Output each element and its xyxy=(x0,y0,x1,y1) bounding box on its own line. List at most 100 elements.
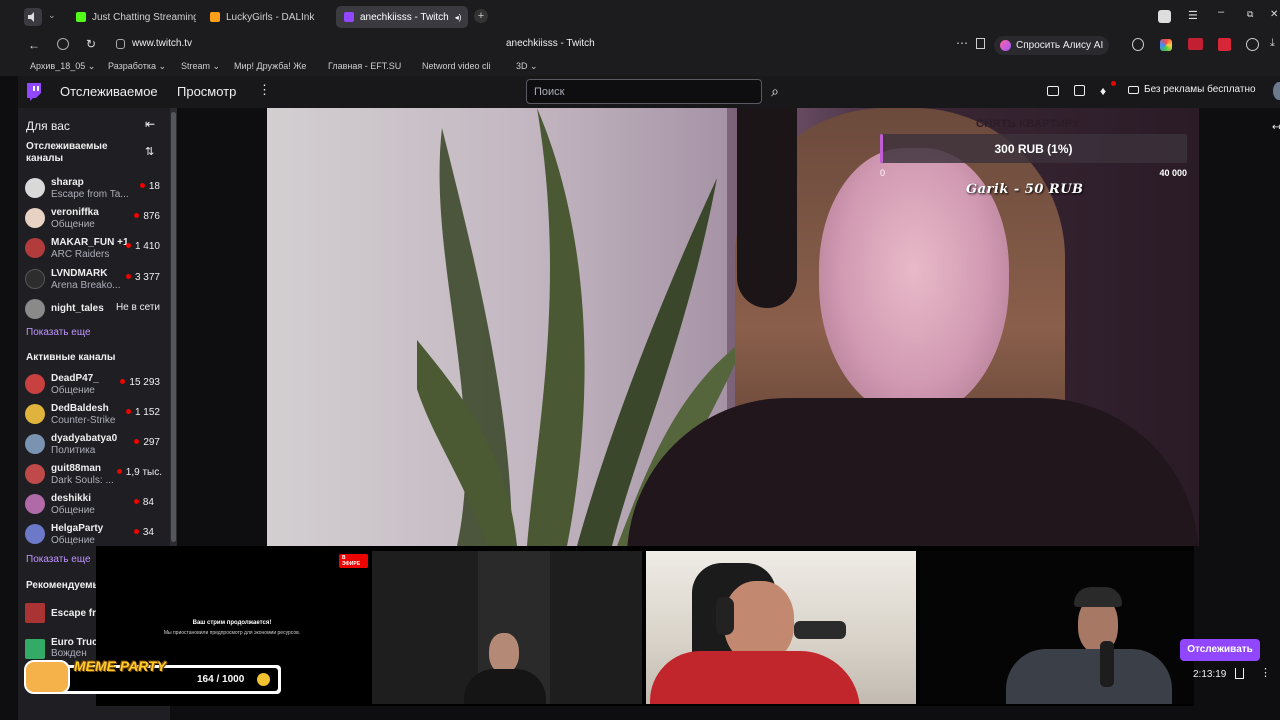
tab-twitch[interactable]: anechkiisss - Twitch ◂) ✕ xyxy=(336,6,468,28)
tabs-dropdown-icon[interactable]: ⌄ xyxy=(48,10,56,21)
reload-icon[interactable]: ↻ xyxy=(86,37,96,51)
collapse-sidebar-icon[interactable]: ⇤ xyxy=(145,117,155,131)
bookmark-folder[interactable]: Архив_18_05 ⌄ xyxy=(30,61,95,72)
avatar xyxy=(25,494,45,514)
active-channel[interactable]: dyadyabatya0 Политика 297 xyxy=(18,429,170,459)
person-head xyxy=(489,633,519,673)
twitch-top-nav: Отслеживаемое Просмотр ⋮ Поиск ⌕ ♦ Без р… xyxy=(18,76,1280,108)
avatar xyxy=(25,603,45,623)
protect-icon[interactable] xyxy=(57,38,69,50)
profile-icon[interactable] xyxy=(1158,10,1171,23)
show-more-link[interactable]: Показать еще xyxy=(26,554,91,565)
bookmark-icon[interactable] xyxy=(976,38,985,49)
search-input[interactable]: Поиск xyxy=(526,79,762,104)
bookmark-folder[interactable]: Stream ⌄ xyxy=(181,61,220,72)
dalink-favicon-icon xyxy=(210,12,220,22)
search-icon[interactable]: ⌕ xyxy=(764,79,786,104)
follow-button[interactable]: Отслеживать xyxy=(1180,639,1260,661)
bookmark-folder[interactable]: 3D ⌄ xyxy=(516,61,538,72)
crown-icon[interactable]: ♦ xyxy=(1100,84,1106,98)
donation-alert: Garik - 50 RUB xyxy=(966,182,1084,197)
webcam-tile[interactable] xyxy=(646,551,916,704)
live-badge: В ЭФИРЕ xyxy=(339,554,368,568)
microphone-icon xyxy=(1100,641,1114,687)
sidebar-scroll-thumb[interactable] xyxy=(171,112,176,542)
avatar xyxy=(25,434,45,454)
meme-party-widget: MEME PARTY 164 / 1000 xyxy=(24,658,281,694)
extension-colors-icon[interactable] xyxy=(1160,39,1172,51)
webcam-tile[interactable] xyxy=(372,551,642,704)
ticket-icon xyxy=(1128,85,1139,94)
bookmark-item[interactable]: Мир! Дружба! Же xyxy=(234,61,318,71)
bookmark-folder[interactable]: Разработка ⌄ xyxy=(108,61,166,72)
nav-more-icon[interactable]: ⋮ xyxy=(258,82,271,98)
page-title: anechkiisss - Twitch xyxy=(506,38,595,49)
followed-channel[interactable]: MAKAR_FUN +1 ARC Raiders 1 410 xyxy=(18,233,170,263)
person-body xyxy=(1006,649,1172,704)
person-shirt xyxy=(650,651,860,704)
sound-icon[interactable] xyxy=(24,8,42,26)
extension-light-icon[interactable] xyxy=(1132,38,1144,51)
extension-yandex-icon[interactable] xyxy=(1188,38,1203,50)
minimize-icon[interactable]: – xyxy=(1218,6,1224,18)
twitch-logo-icon[interactable] xyxy=(26,83,42,101)
address-bar: ← ↻ www.twitch.tv anechkiisss - Twitch ⋯… xyxy=(0,34,1280,58)
menu-icon[interactable]: ☰ xyxy=(1188,9,1198,22)
user-avatar[interactable] xyxy=(1273,82,1280,100)
bookmark-item[interactable]: Netword video cli xyxy=(422,61,506,71)
back-icon[interactable]: ← xyxy=(28,38,40,52)
sidebar-title: Для вас xyxy=(26,119,70,133)
tab-label: Just Chatting Streaming - xyxy=(92,11,196,23)
active-channel[interactable]: DedBaldesh Counter-Strike 1 152 xyxy=(18,399,170,429)
ad-free-button[interactable]: Без рекламы бесплатно xyxy=(1128,84,1256,95)
restore-icon[interactable]: ⧉ xyxy=(1247,9,1253,20)
avatar xyxy=(25,208,45,228)
followed-heading: Отслеживаемые каналы xyxy=(26,141,108,164)
twitch-favicon-icon xyxy=(344,12,354,22)
url-field[interactable]: www.twitch.tv xyxy=(132,38,192,49)
new-tab-button[interactable]: + xyxy=(474,9,488,23)
followed-channel[interactable]: sharap Escape from Ta... 18 xyxy=(18,173,170,203)
more-options-icon[interactable]: ⋮ xyxy=(1260,666,1271,679)
extension-v-icon[interactable] xyxy=(1218,38,1231,51)
inbox-icon[interactable] xyxy=(1047,86,1059,96)
notification-dot xyxy=(1111,81,1116,86)
meme-count: 164 / 1000 xyxy=(197,674,245,685)
bookmark-item[interactable]: Главная - EFT.SU xyxy=(328,61,401,71)
whispers-icon[interactable] xyxy=(1074,85,1085,96)
avatar xyxy=(25,639,45,659)
alice-label: Спросить Алису AI xyxy=(1016,40,1104,51)
close-tab-icon[interactable]: ✕ xyxy=(467,11,468,24)
ad-free-label: Без рекламы бесплатно xyxy=(1144,84,1256,95)
paused-text: Мы приостановили предпросмотр для эконом… xyxy=(163,630,301,636)
collapse-chat-icon[interactable]: ↤ xyxy=(1272,122,1280,133)
active-channel[interactable]: HelgaParty Общение 34 xyxy=(18,519,170,549)
followed-channel[interactable]: night_tales Не в сети xyxy=(18,294,170,324)
followed-channel[interactable]: veroniffka Общение 876 xyxy=(18,203,170,233)
followed-channel[interactable]: LVNDMARK Arena Breako... 3 377 xyxy=(18,264,170,294)
goal-max: 40 000 xyxy=(1159,168,1187,178)
doge-icon xyxy=(24,660,70,694)
nav-browse[interactable]: Просмотр xyxy=(177,84,236,99)
active-channel[interactable]: guit88man Dark Souls: ... 1,9 тыс. xyxy=(18,459,170,489)
goal-min: 0 xyxy=(880,168,886,178)
streamer-beanie xyxy=(737,108,797,308)
share-icon[interactable] xyxy=(1235,668,1244,679)
show-more-link[interactable]: Показать еще xyxy=(26,327,91,338)
sort-icon[interactable]: ⇅ xyxy=(145,145,154,158)
more-icon[interactable]: ⋯ xyxy=(956,36,968,50)
tab-dalink[interactable]: LuckyGirls - DALInk xyxy=(202,6,330,28)
webcam-tile[interactable] xyxy=(920,551,1194,704)
close-window-icon[interactable]: ✕ xyxy=(1270,9,1278,20)
bookmarks-bar: Архив_18_05 ⌄ Разработка ⌄ Stream ⌄ Мир!… xyxy=(0,58,1280,76)
tab-label: LuckyGirls - DALInk xyxy=(226,11,315,23)
avatar xyxy=(25,464,45,484)
tab-kick[interactable]: Just Chatting Streaming - xyxy=(68,6,196,28)
browser-tab-bar: ⌄ Just Chatting Streaming - LuckyGirls -… xyxy=(0,0,1280,34)
alice-button[interactable]: Спросить Алису AI xyxy=(994,36,1110,55)
active-channel[interactable]: deshikki Общение 84 xyxy=(18,489,170,519)
active-channel[interactable]: DeadP47_ Общение 15 293 xyxy=(18,369,170,399)
download-icon[interactable]: ⤓ xyxy=(1270,37,1275,50)
nav-following[interactable]: Отслеживаемое xyxy=(60,84,158,99)
extension-play-icon[interactable] xyxy=(1246,38,1259,51)
